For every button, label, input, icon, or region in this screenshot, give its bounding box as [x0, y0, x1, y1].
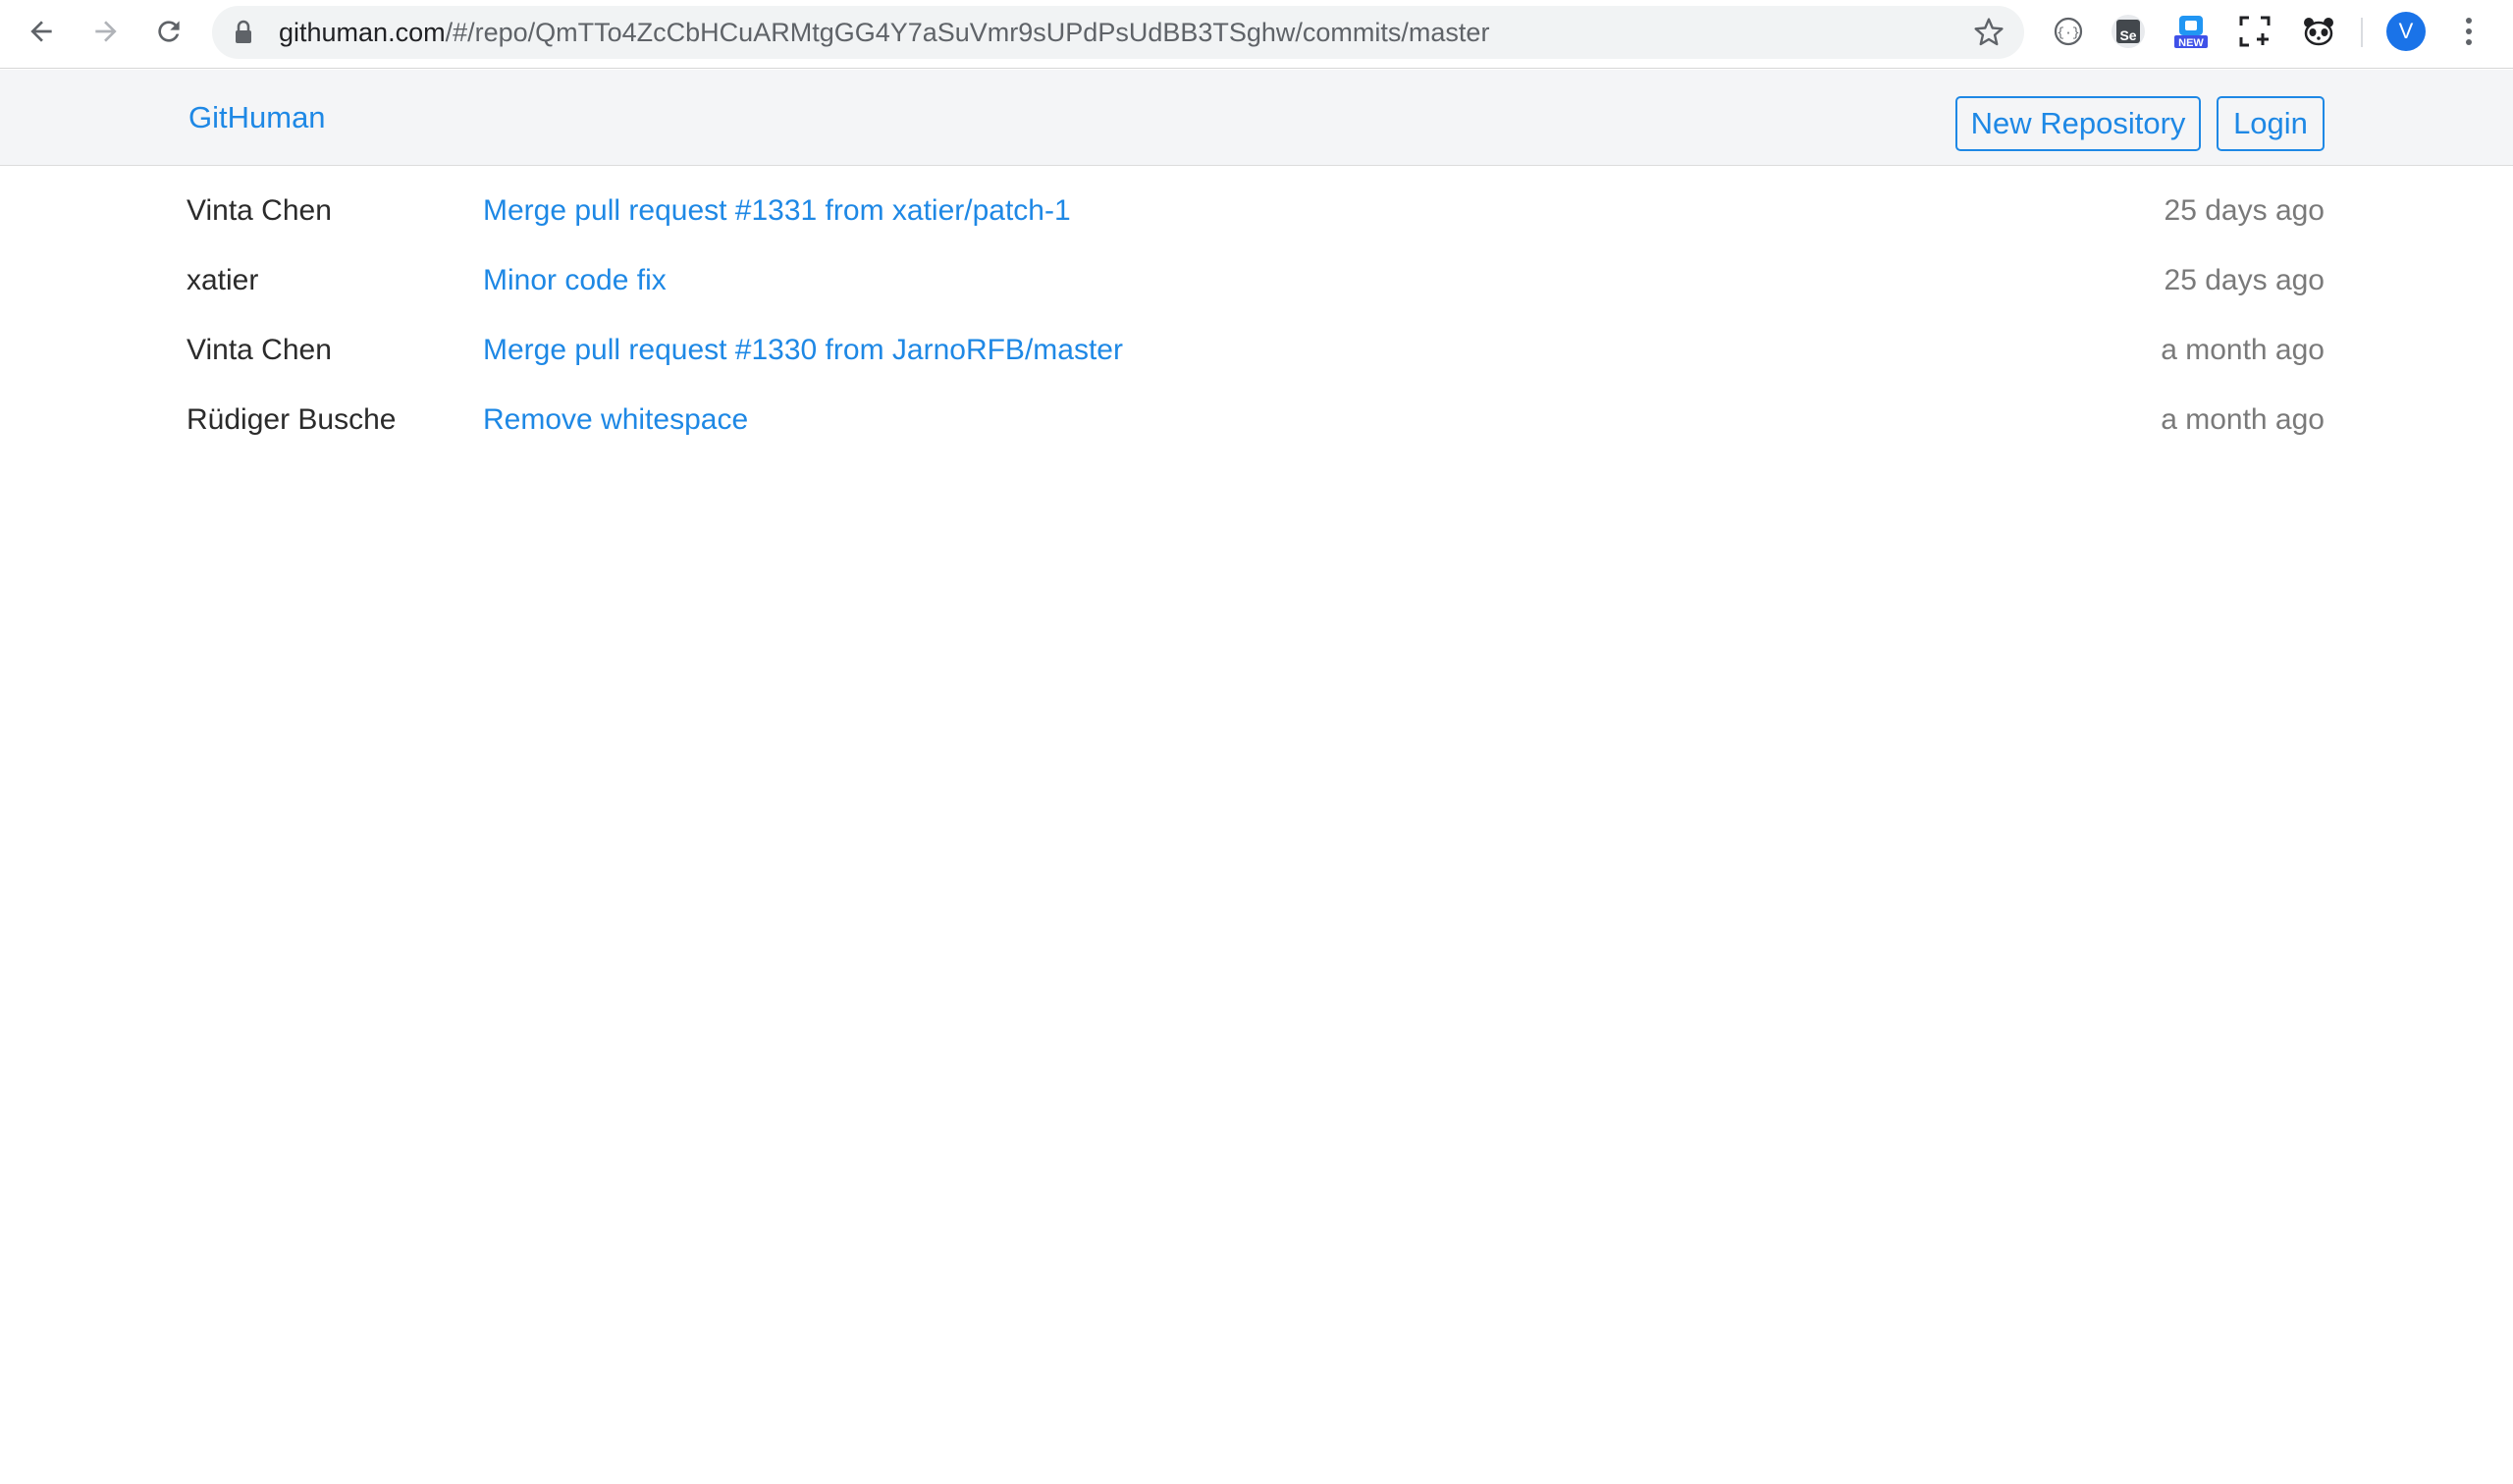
json-viewer-extension[interactable]: {·}	[2049, 12, 2088, 51]
menu-dot	[2466, 28, 2472, 34]
selenium-ide-icon: Se	[2112, 15, 2145, 48]
browser-menu-button[interactable]	[2454, 12, 2484, 51]
commit-time: 25 days ago	[2164, 194, 2325, 227]
star-icon[interactable]	[1973, 17, 2005, 48]
commit-message-link[interactable]: Merge pull request #1331 from xatier/pat…	[483, 194, 1071, 228]
url-text: githuman.com/#/repo/QmTTo4ZcCbHCuARMtgGG…	[279, 6, 1489, 59]
screen-capture-icon	[2239, 16, 2271, 47]
profile-avatar[interactable]: V	[2386, 12, 2426, 51]
toolbar-divider	[2361, 18, 2363, 47]
commit-message-link[interactable]: Merge pull request #1330 from JarnoRFB/m…	[483, 334, 1123, 367]
address-bar[interactable]: githuman.com/#/repo/QmTTo4ZcCbHCuARMtgGG…	[212, 6, 2024, 59]
arrow-left-icon	[30, 21, 52, 42]
commit-time: 25 days ago	[2164, 264, 2325, 296]
commit-list: Vinta Chen Merge pull request #1331 from…	[187, 181, 2328, 459]
lock-icon	[236, 20, 251, 43]
login-button[interactable]: Login	[2217, 96, 2325, 151]
new-repository-button[interactable]: New Repository	[1955, 96, 2201, 151]
menu-dot	[2466, 18, 2472, 24]
new-extension-icon: NEW	[2174, 16, 2208, 49]
commit-message-link[interactable]: Remove whitespace	[483, 403, 748, 437]
screen-capture-extension[interactable]	[2235, 12, 2274, 51]
commit-author: xatier	[187, 264, 259, 296]
commit-author: Rüdiger Busche	[187, 403, 397, 436]
back-button[interactable]	[20, 10, 63, 53]
url-host: githuman.com	[279, 18, 446, 47]
commit-time: a month ago	[2161, 403, 2325, 436]
reload-button[interactable]	[147, 10, 190, 53]
forward-button[interactable]	[84, 10, 128, 53]
svg-text:{·}: {·}	[2057, 26, 2079, 40]
reload-icon	[158, 21, 180, 42]
commit-row: Vinta Chen Merge pull request #1331 from…	[187, 181, 2328, 250]
app-header: GitHuman New Repository Login	[0, 70, 2513, 166]
selenium-label: Se	[2119, 27, 2136, 43]
json-viewer-icon: {·}	[2054, 17, 2083, 46]
brand-link[interactable]: GitHuman	[188, 70, 326, 166]
menu-dot	[2466, 39, 2472, 45]
commit-author: Vinta Chen	[187, 194, 332, 227]
url-path: /#/repo/QmTTo4ZcCbHCuARMtgGG4Y7aSuVmr9sU…	[445, 18, 1490, 47]
commit-row: xatier Minor code fix 25 days ago	[187, 250, 2328, 320]
new-badge: NEW	[2178, 37, 2204, 49]
new-extension[interactable]: NEW	[2171, 12, 2211, 51]
commit-time: a month ago	[2161, 334, 2325, 366]
commit-message-link[interactable]: Minor code fix	[483, 264, 667, 297]
panda-extension[interactable]	[2299, 12, 2338, 51]
commit-row: Rüdiger Busche Remove whitespace a month…	[187, 390, 2328, 459]
panda-icon	[2304, 18, 2333, 46]
selenium-ide-extension[interactable]: Se	[2109, 12, 2148, 51]
commit-row: Vinta Chen Merge pull request #1330 from…	[187, 320, 2328, 390]
arrow-right-icon	[95, 21, 117, 42]
commit-author: Vinta Chen	[187, 334, 332, 366]
browser-toolbar: githuman.com/#/repo/QmTTo4ZcCbHCuARMtgGG…	[0, 0, 2513, 69]
